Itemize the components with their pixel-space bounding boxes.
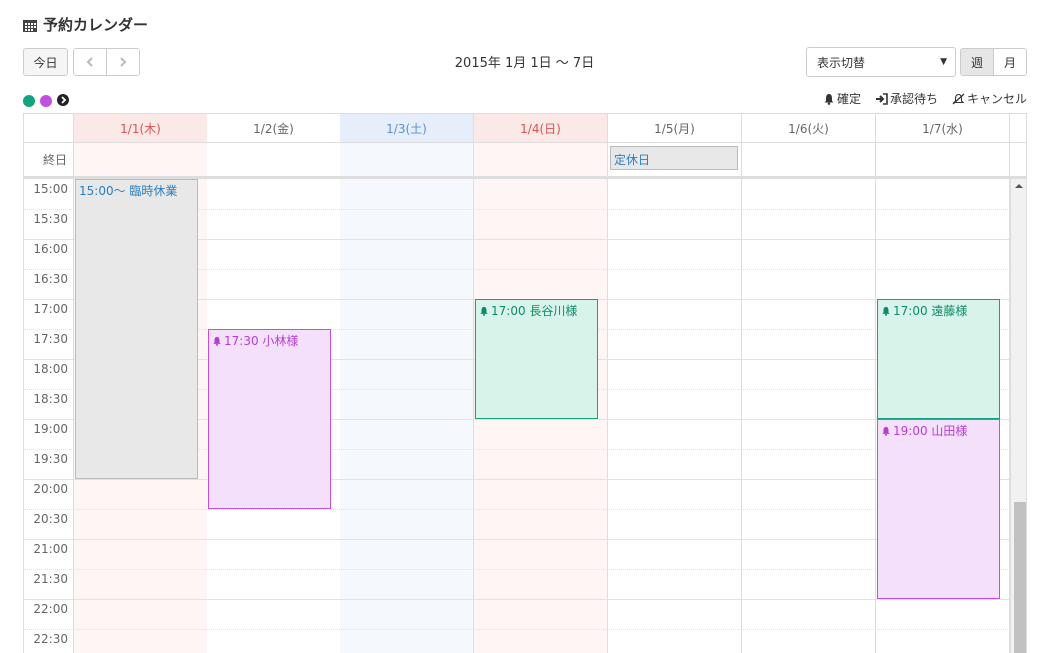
header-corner <box>24 114 74 143</box>
week-calendar: 1/1(木) 1/2(金) 1/3(土) 1/4(日) 1/5(月) 1/6(火) 1/7(… <box>23 113 1027 653</box>
filter-dot-green[interactable] <box>23 94 35 107</box>
calendar-event[interactable]: 19:00 山田様 <box>877 419 1000 599</box>
time-label: 15:00 <box>33 182 68 196</box>
time-label: 19:00 <box>33 422 68 436</box>
time-label: 16:00 <box>33 242 68 256</box>
allday-cell-4[interactable] <box>474 143 608 176</box>
page-title-area: 予約カレンダー <box>23 14 148 35</box>
allday-label: 終日 <box>24 143 74 176</box>
bell-icon <box>824 93 834 105</box>
sign-in-icon <box>875 92 888 105</box>
bell-icon <box>212 334 224 348</box>
day-column-6[interactable] <box>742 179 876 653</box>
allday-cell-6[interactable] <box>742 143 876 176</box>
day-column-3[interactable] <box>340 179 474 653</box>
calendar-event[interactable]: 15:00〜 臨時休業 <box>75 179 198 479</box>
legend-pending: 承認待ち <box>875 90 938 107</box>
day-header-7[interactable]: 1/7(水) <box>876 114 1010 143</box>
next-circle-icon[interactable] <box>57 91 69 110</box>
page-title: 予約カレンダー <box>43 16 149 34</box>
filter-dots <box>23 91 69 110</box>
event-title: 15:00〜 臨時休業 <box>79 184 178 198</box>
time-label: 20:30 <box>33 512 68 526</box>
calendar-event[interactable]: 17:30 小林様 <box>208 329 331 509</box>
day-header-3[interactable]: 1/3(土) <box>340 114 474 143</box>
scrollbar-thumb[interactable] <box>1014 501 1026 653</box>
calendar-event[interactable]: 17:00 遠藤様 <box>877 299 1000 419</box>
week-view-button[interactable]: 週 <box>961 49 994 75</box>
status-legend: 確定 承認待ち キャンセル <box>823 90 1027 107</box>
time-axis-border <box>73 114 74 653</box>
legend-confirmed: 確定 <box>823 90 861 107</box>
time-label: 17:30 <box>33 332 68 346</box>
calendar-icon <box>23 18 37 32</box>
allday-cell-7[interactable] <box>876 143 1010 176</box>
view-switch-value: 表示切替 <box>817 55 866 70</box>
event-title: 17:30 小林様 <box>224 334 299 348</box>
grid-line <box>24 479 1010 480</box>
allday-cell-3[interactable] <box>340 143 474 176</box>
event-title: 17:00 遠藤様 <box>893 304 968 318</box>
time-label: 19:30 <box>33 452 68 466</box>
time-label: 20:00 <box>33 482 68 496</box>
time-label: 21:30 <box>33 572 68 586</box>
event-title: 19:00 山田様 <box>893 424 968 438</box>
time-label: 21:00 <box>33 542 68 556</box>
caret-down-icon: ▼ <box>940 57 947 67</box>
bell-icon <box>881 304 893 318</box>
allday-cell-1[interactable] <box>74 143 208 176</box>
event-title: 17:00 長谷川様 <box>491 304 578 318</box>
time-label: 22:30 <box>33 632 68 646</box>
legend-cancel: キャンセル <box>952 90 1027 107</box>
grid-line <box>24 599 1010 600</box>
filter-dot-purple[interactable] <box>40 94 52 107</box>
bell-icon <box>479 304 491 318</box>
view-switch-select[interactable]: 表示切替 ▼ <box>806 47 956 77</box>
calendar-event[interactable]: 17:00 長谷川様 <box>475 299 598 419</box>
day-header-5[interactable]: 1/5(月) <box>608 114 742 143</box>
allday-event[interactable]: 定休日 <box>610 146 738 170</box>
scroll-up-arrow-icon[interactable] <box>1015 182 1023 190</box>
time-label: 15:30 <box>33 212 68 226</box>
view-mode-group: 週 月 <box>960 48 1027 76</box>
bell-icon <box>881 424 893 438</box>
day-header-4[interactable]: 1/4(日) <box>474 114 608 143</box>
grid-line <box>24 509 1010 510</box>
day-header-2[interactable]: 1/2(金) <box>207 114 341 143</box>
day-column-5[interactable] <box>608 179 742 653</box>
time-label: 17:00 <box>33 302 68 316</box>
header-filler <box>1010 114 1026 143</box>
allday-cell-2[interactable] <box>207 143 341 176</box>
grid-line <box>24 569 1010 570</box>
bell-slash-icon <box>952 93 965 104</box>
day-header-6[interactable]: 1/6(火) <box>742 114 876 143</box>
time-label: 18:30 <box>33 392 68 406</box>
time-label: 16:30 <box>33 272 68 286</box>
month-view-button[interactable]: 月 <box>994 49 1026 75</box>
grid-line <box>24 539 1010 540</box>
vertical-scrollbar[interactable] <box>1010 179 1026 653</box>
grid-line <box>24 629 1010 630</box>
time-label: 18:00 <box>33 362 68 376</box>
time-label: 22:00 <box>33 602 68 616</box>
day-header-1[interactable]: 1/1(木) <box>74 114 208 143</box>
